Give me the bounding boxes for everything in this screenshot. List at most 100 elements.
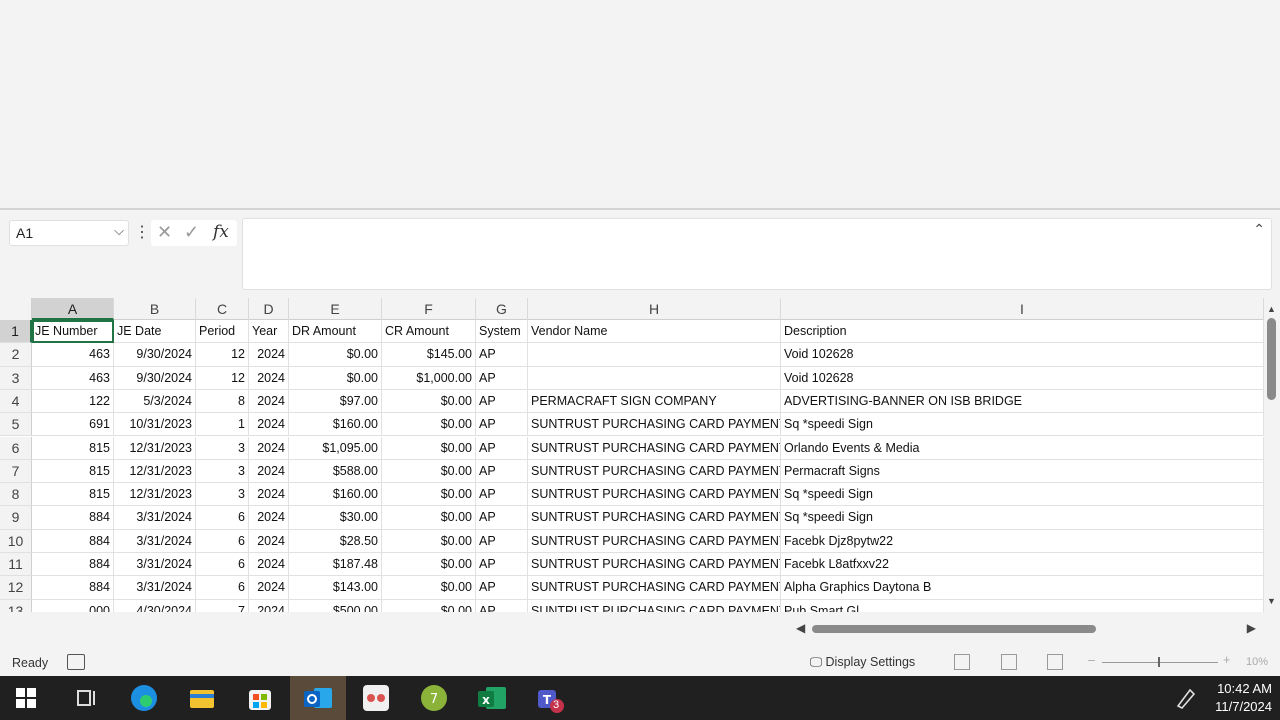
- cell-d9[interactable]: 2024: [249, 506, 289, 530]
- row-header[interactable]: 4: [0, 389, 32, 414]
- cell-i8[interactable]: Sq *speedi Sign: [781, 483, 1264, 507]
- scroll-right-icon[interactable]: ▶: [1247, 621, 1256, 635]
- page-layout-view-icon[interactable]: [1001, 654, 1017, 670]
- cell-i10[interactable]: Facebk Djz8pytw22: [781, 529, 1264, 553]
- cell-e6[interactable]: $1,095.00: [289, 436, 382, 460]
- column-header-i[interactable]: I: [781, 298, 1264, 320]
- cell-h4[interactable]: PERMACRAFT SIGN COMPANY: [528, 389, 781, 414]
- cell-a9[interactable]: 884: [32, 506, 114, 530]
- row-header[interactable]: 11: [0, 553, 32, 577]
- cell-f11[interactable]: $0.00: [382, 553, 476, 577]
- cell-d1[interactable]: Year: [249, 320, 289, 344]
- cell-c1[interactable]: Period: [196, 320, 249, 344]
- file-explorer-icon[interactable]: [186, 682, 218, 714]
- cell-e10[interactable]: $28.50: [289, 529, 382, 553]
- row-header[interactable]: 5: [0, 413, 32, 437]
- cell-f9[interactable]: $0.00: [382, 506, 476, 530]
- cell-b6[interactable]: 12/31/2023: [114, 436, 196, 460]
- cell-i9[interactable]: Sq *speedi Sign: [781, 506, 1264, 530]
- vertical-scroll-thumb[interactable]: [1267, 318, 1276, 400]
- cell-g7[interactable]: AP: [476, 459, 528, 484]
- row-header[interactable]: 10: [0, 529, 32, 553]
- cell-f3[interactable]: $1,000.00: [382, 366, 476, 390]
- cell-e1[interactable]: DR Amount: [289, 320, 382, 344]
- cell-f12[interactable]: $0.00: [382, 576, 476, 600]
- cell-d8[interactable]: 2024: [249, 483, 289, 507]
- cell-f13[interactable]: $0.00: [382, 599, 476, 612]
- cell-e9[interactable]: $30.00: [289, 506, 382, 530]
- cell-c9[interactable]: 6: [196, 506, 249, 530]
- row-header[interactable]: 13: [0, 599, 32, 612]
- select-all-corner[interactable]: [0, 298, 32, 320]
- column-header-c[interactable]: C: [196, 298, 249, 320]
- cell-a13[interactable]: 000: [32, 599, 114, 612]
- cell-c5[interactable]: 1: [196, 413, 249, 437]
- teams-icon[interactable]: T 3: [534, 682, 566, 714]
- cell-h9[interactable]: SUNTRUST PURCHASING CARD PAYMENT: [528, 506, 781, 530]
- cell-g10[interactable]: AP: [476, 529, 528, 553]
- cell-h3[interactable]: [528, 366, 781, 390]
- cell-g1[interactable]: System: [476, 320, 528, 344]
- microsoft-store-icon[interactable]: [244, 682, 276, 714]
- cell-a2[interactable]: 463: [32, 343, 114, 367]
- cell-h10[interactable]: SUNTRUST PURCHASING CARD PAYMENT: [528, 529, 781, 553]
- cell-e3[interactable]: $0.00: [289, 366, 382, 390]
- cell-d12[interactable]: 2024: [249, 576, 289, 600]
- cell-d4[interactable]: 2024: [249, 389, 289, 414]
- more-options-icon[interactable]: ⋮: [134, 222, 150, 242]
- column-header-f[interactable]: F: [382, 298, 476, 320]
- cell-b13[interactable]: 4/30/2024: [114, 599, 196, 612]
- cell-e4[interactable]: $97.00: [289, 389, 382, 414]
- cell-i12[interactable]: Alpha Graphics Daytona B: [781, 576, 1264, 600]
- outlook-icon[interactable]: [302, 682, 334, 714]
- cell-b1[interactable]: JE Date: [114, 320, 196, 344]
- cell-f8[interactable]: $0.00: [382, 483, 476, 507]
- cell-a1[interactable]: JE Number: [32, 320, 114, 344]
- cell-i3[interactable]: Void 102628: [781, 366, 1264, 390]
- cell-e12[interactable]: $143.00: [289, 576, 382, 600]
- cell-a3[interactable]: 463: [32, 366, 114, 390]
- cell-c7[interactable]: 3: [196, 459, 249, 484]
- cell-i1[interactable]: Description: [781, 320, 1264, 344]
- cell-g9[interactable]: AP: [476, 506, 528, 530]
- cell-g2[interactable]: AP: [476, 343, 528, 367]
- cell-d3[interactable]: 2024: [249, 366, 289, 390]
- cell-b3[interactable]: 9/30/2024: [114, 366, 196, 390]
- column-header-e[interactable]: E: [289, 298, 382, 320]
- cell-c2[interactable]: 12: [196, 343, 249, 367]
- cell-c11[interactable]: 6: [196, 553, 249, 577]
- page-break-view-icon[interactable]: [1047, 654, 1063, 670]
- cell-h7[interactable]: SUNTRUST PURCHASING CARD PAYMENT: [528, 459, 781, 484]
- cell-g12[interactable]: AP: [476, 576, 528, 600]
- cell-d13[interactable]: 2024: [249, 599, 289, 612]
- cell-f10[interactable]: $0.00: [382, 529, 476, 553]
- cell-c4[interactable]: 8: [196, 389, 249, 414]
- chevron-down-icon[interactable]: ⌵: [114, 223, 124, 239]
- row-header[interactable]: 1: [0, 320, 32, 344]
- cell-h12[interactable]: SUNTRUST PURCHASING CARD PAYMENT: [528, 576, 781, 600]
- horizontal-scroll-thumb[interactable]: [812, 625, 1096, 633]
- cell-b7[interactable]: 12/31/2023: [114, 459, 196, 484]
- row-header[interactable]: 8: [0, 483, 32, 507]
- zoom-in-button[interactable]: +: [1223, 653, 1230, 667]
- cell-e5[interactable]: $160.00: [289, 413, 382, 437]
- cell-e11[interactable]: $187.48: [289, 553, 382, 577]
- cell-c10[interactable]: 6: [196, 529, 249, 553]
- cell-c3[interactable]: 12: [196, 366, 249, 390]
- cell-b2[interactable]: 9/30/2024: [114, 343, 196, 367]
- vertical-scrollbar[interactable]: ▲ ▼: [1264, 298, 1280, 612]
- cell-h6[interactable]: SUNTRUST PURCHASING CARD PAYMENT: [528, 436, 781, 460]
- collapse-formula-bar-icon[interactable]: ⌃: [1253, 221, 1265, 238]
- task-view-icon[interactable]: [72, 682, 104, 714]
- cell-c6[interactable]: 3: [196, 436, 249, 460]
- insert-function-button[interactable]: fx: [213, 222, 229, 242]
- normal-view-icon[interactable]: [954, 654, 970, 670]
- cell-g13[interactable]: AP: [476, 599, 528, 612]
- zoom-slider[interactable]: [1102, 662, 1218, 663]
- worksheet-grid[interactable]: ABCDEFGHI 1 JE Number JE Date Period Year DR …: [0, 298, 1264, 612]
- scroll-down-icon[interactable]: ▼: [1267, 596, 1276, 606]
- cell-i4[interactable]: ADVERTISING-BANNER ON ISB BRIDGE: [781, 389, 1264, 414]
- cell-a12[interactable]: 884: [32, 576, 114, 600]
- cell-h5[interactable]: SUNTRUST PURCHASING CARD PAYMENT: [528, 413, 781, 437]
- row-header[interactable]: 2: [0, 343, 32, 367]
